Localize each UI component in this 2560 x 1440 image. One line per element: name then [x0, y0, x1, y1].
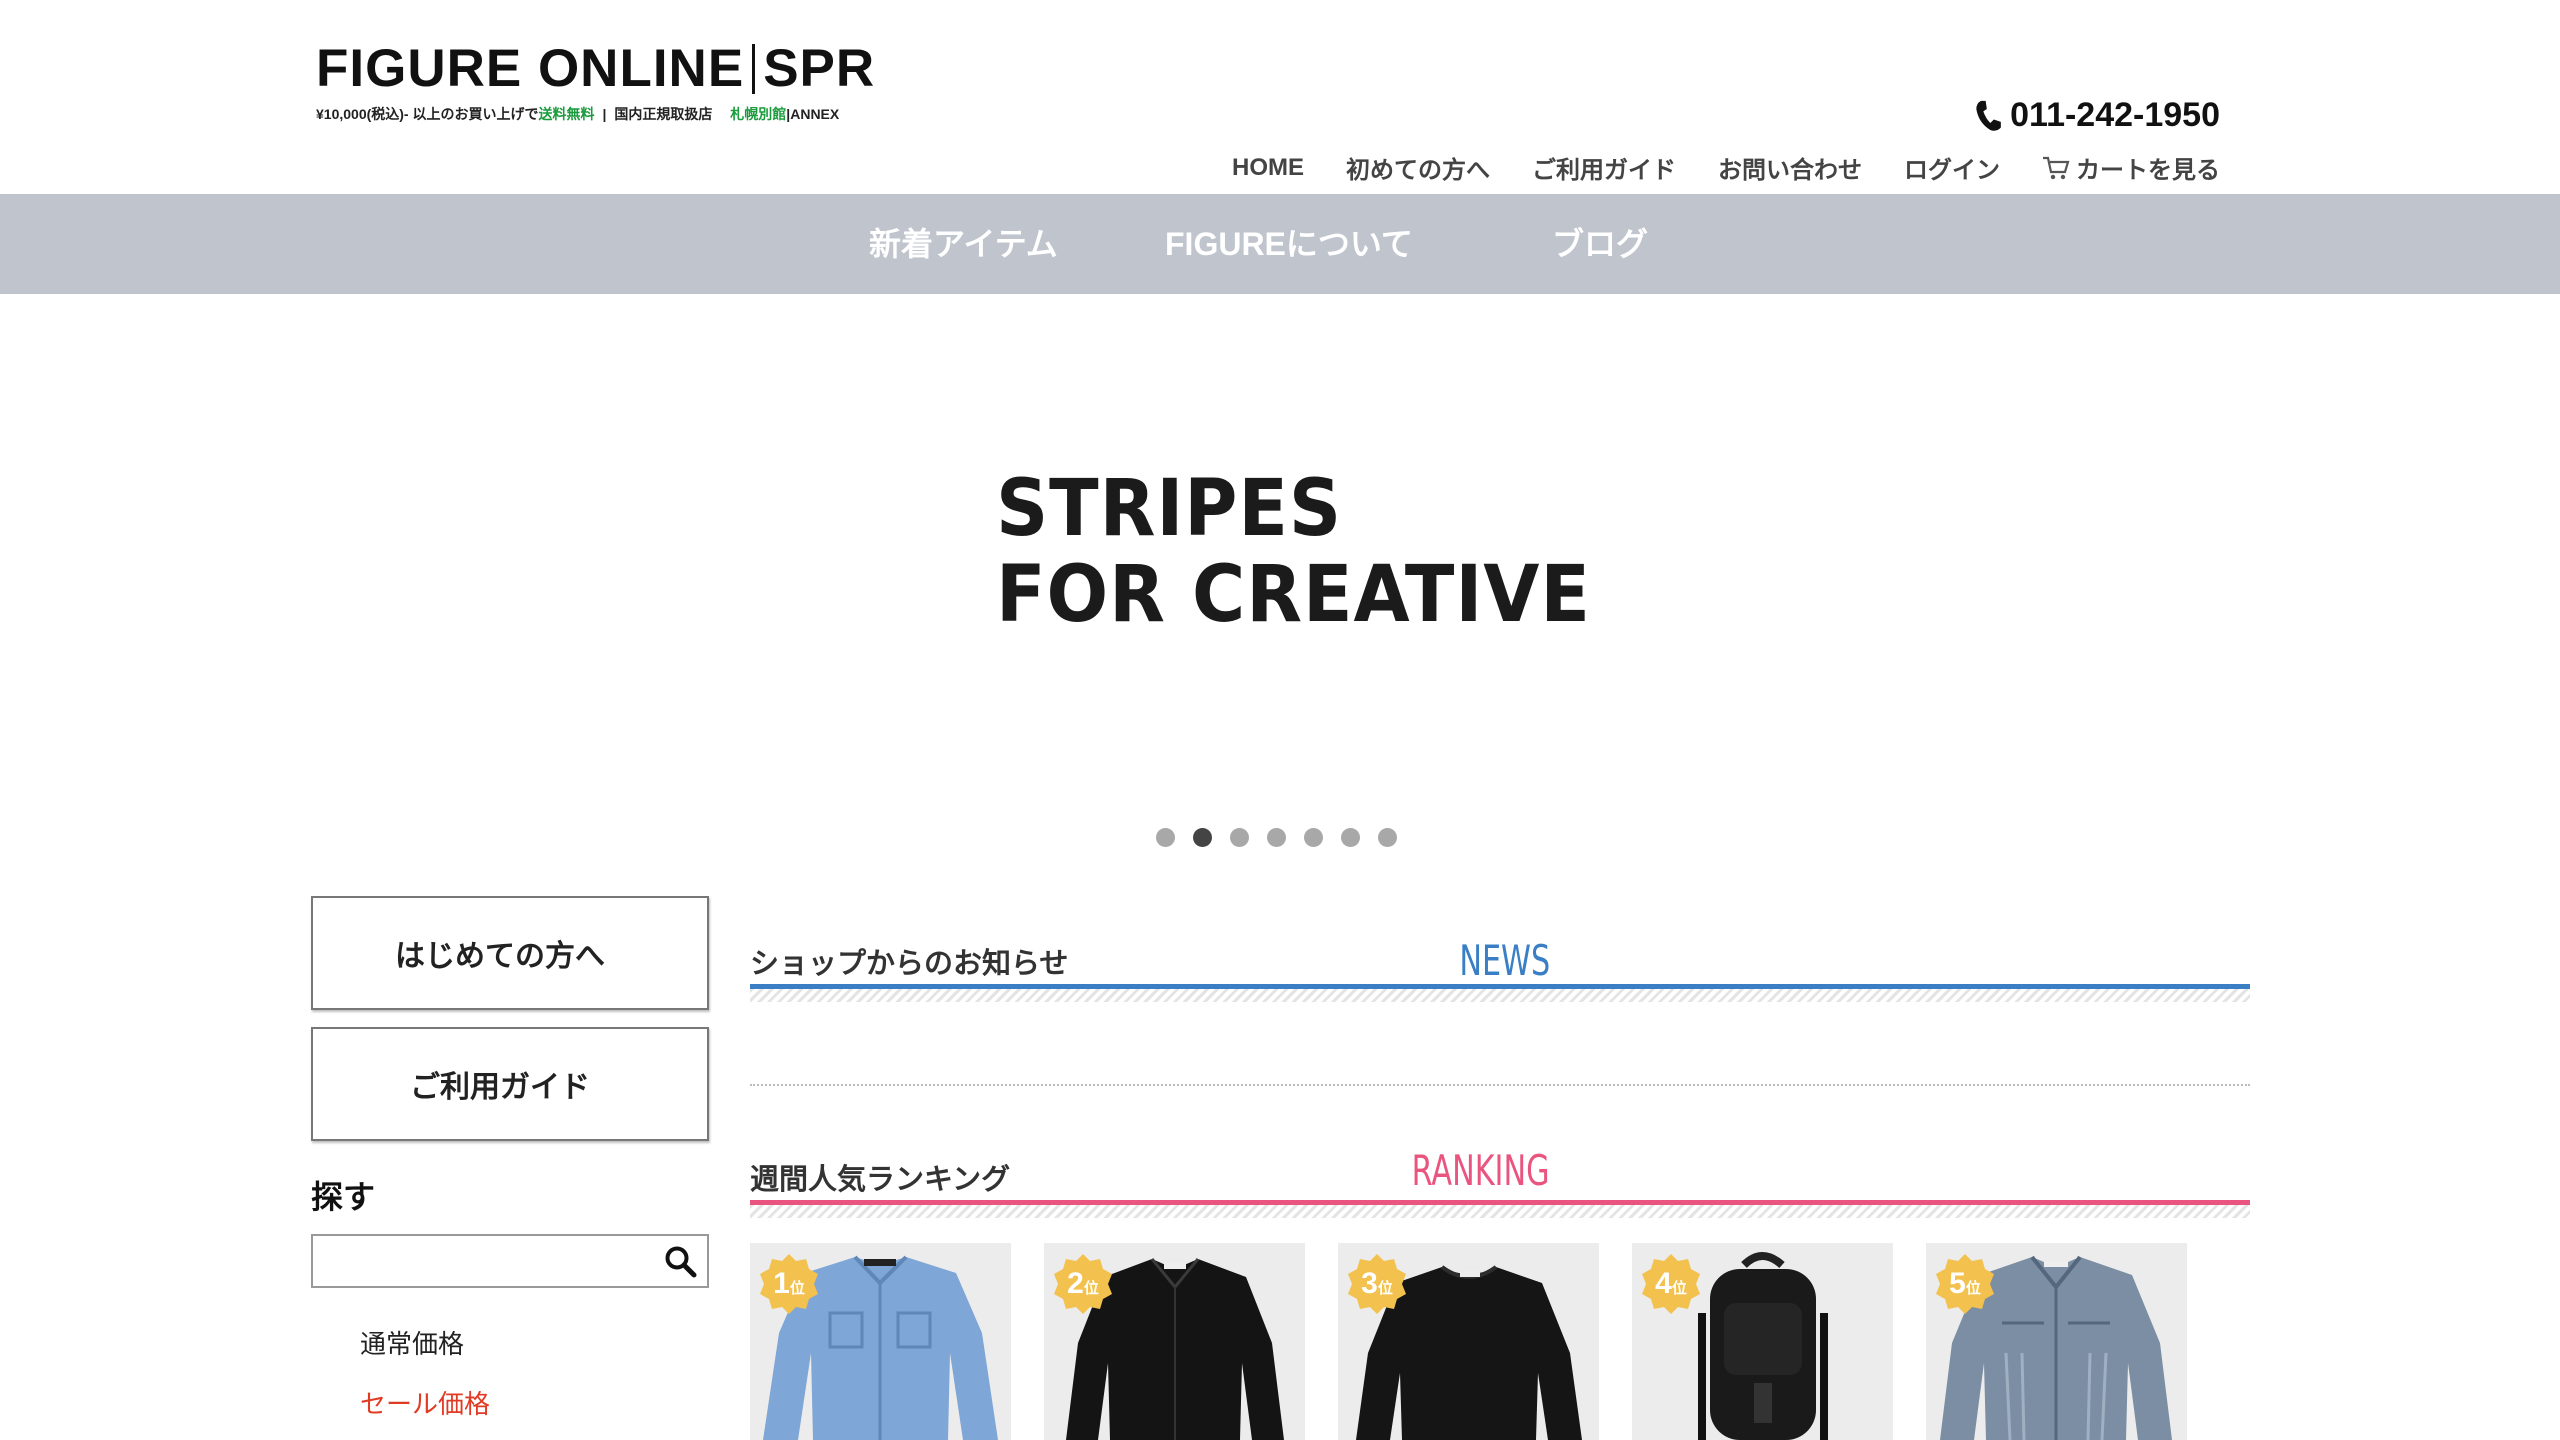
first-time-button-label: はじめての方へ — [395, 940, 605, 973]
tagline-annex-jp: 札幌別館 — [730, 106, 787, 122]
news-title: ショップからのお知らせ — [750, 948, 1069, 980]
search-input[interactable] — [319, 1238, 653, 1286]
ranking-item-5[interactable]: 5位 — [1926, 1243, 2187, 1440]
ranking-title: 週間人気ランキング — [750, 1164, 1011, 1196]
rank-suffix: 位 — [1965, 1280, 1981, 1297]
slider-dots — [1156, 828, 1397, 847]
category-new-items[interactable]: 新着アイテム — [869, 194, 1058, 294]
news-stripe — [750, 989, 2250, 1002]
logo-main: FIGURE ONLINE — [316, 39, 745, 98]
slider-dot-2[interactable] — [1193, 828, 1212, 847]
nav-guide[interactable]: ご利用ガイド — [1532, 150, 1676, 185]
guide-button[interactable]: ご利用ガイド — [311, 1027, 709, 1141]
rank-medal-3: 3位 — [1346, 1253, 1408, 1315]
search-heading: 探す — [311, 1179, 376, 1215]
phone-icon — [1976, 100, 2001, 131]
logo-suffix: SPR — [763, 39, 876, 98]
tagline-annex: ANNEX — [790, 106, 840, 122]
rank-suffix: 位 — [1671, 1280, 1687, 1297]
nav-first-time[interactable]: 初めての方へ — [1346, 150, 1490, 185]
first-time-button[interactable]: はじめての方へ — [311, 896, 709, 1010]
guide-button-label: ご利用ガイド — [410, 1071, 590, 1104]
tagline-prefix: ¥10,000(税込)- 以上のお買い上げで — [316, 106, 539, 122]
site-logo[interactable]: FIGURE ONLINE SPR ¥10,000(税込)- 以上のお買い上げで送… — [316, 40, 906, 124]
rank-medal-2: 2位 — [1052, 1253, 1114, 1315]
category-about[interactable]: FIGUREについて — [1165, 194, 1413, 294]
rank-number: 5 — [1949, 1267, 1966, 1300]
logo-title: FIGURE ONLINE SPR — [316, 40, 906, 100]
ranking-item-2[interactable]: 2位 — [1044, 1243, 1305, 1440]
ranking-item-3[interactable]: 3位 — [1338, 1243, 1599, 1440]
rank-medal-1: 1位 — [758, 1253, 820, 1315]
nav-contact[interactable]: お問い合わせ — [1718, 150, 1862, 185]
phone-text: 011-242-1950 — [2010, 96, 2220, 134]
search-box — [311, 1234, 709, 1288]
tagline-free-shipping: 送料無料 — [538, 106, 595, 122]
phone-number[interactable]: 011-242-1950 — [1974, 96, 2220, 135]
logo-divider — [752, 44, 756, 94]
tagline-divider: | — [602, 106, 607, 122]
rank-suffix: 位 — [789, 1280, 805, 1297]
search-icon[interactable] — [663, 1244, 699, 1280]
logo-tagline: ¥10,000(税込)- 以上のお買い上げで送料無料 | 国内正規取扱店 札幌別館|… — [316, 104, 906, 124]
rank-number: 3 — [1361, 1267, 1378, 1300]
rank-suffix: 位 — [1083, 1280, 1099, 1297]
cart-icon — [2043, 156, 2070, 179]
slider-dot-3[interactable] — [1230, 828, 1249, 847]
nav-cart-label: カートを見る — [2076, 157, 2220, 184]
hero-line-1: STRIPES — [996, 464, 1343, 554]
nav-cart[interactable]: カートを見る — [2042, 150, 2220, 185]
ranking-item-4[interactable]: 4位 — [1632, 1243, 1893, 1440]
rank-suffix: 位 — [1377, 1280, 1393, 1297]
slider-dot-7[interactable] — [1378, 828, 1397, 847]
rank-medal-5: 5位 — [1934, 1253, 1996, 1315]
hero-banner[interactable]: STRIPES FOR CREATIVE — [996, 466, 1591, 638]
rank-number: 4 — [1655, 1267, 1672, 1300]
rank-number: 2 — [1067, 1267, 1084, 1300]
regular-price-link[interactable]: 通常価格 — [360, 1324, 464, 1361]
slider-dot-1[interactable] — [1156, 828, 1175, 847]
rank-medal-4: 4位 — [1640, 1253, 1702, 1315]
ranking-item-1[interactable]: 1位 — [750, 1243, 1011, 1440]
news-divider — [750, 1084, 2250, 1086]
rank-number: 1 — [773, 1267, 790, 1300]
ranking-label-en: RANKING — [1412, 1146, 1550, 1195]
category-blog[interactable]: ブログ — [1552, 194, 1648, 294]
slider-dot-6[interactable] — [1341, 828, 1360, 847]
sale-price-link[interactable]: セール価格 — [360, 1384, 490, 1421]
ranking-stripe — [750, 1205, 2250, 1218]
top-nav: HOME 初めての方へ ご利用ガイド お問い合わせ ログイン カートを見る — [1232, 150, 2220, 185]
nav-home[interactable]: HOME — [1232, 150, 1304, 185]
hero-line-2: FOR CREATIVE — [996, 550, 1591, 640]
category-bar: 新着アイテム FIGUREについて ブログ — [0, 194, 2560, 294]
slider-dot-4[interactable] — [1267, 828, 1286, 847]
news-label-en: NEWS — [1459, 936, 1550, 985]
slider-dot-5[interactable] — [1304, 828, 1323, 847]
nav-login[interactable]: ログイン — [1904, 150, 2000, 185]
tagline-official: 国内正規取扱店 — [614, 106, 713, 122]
